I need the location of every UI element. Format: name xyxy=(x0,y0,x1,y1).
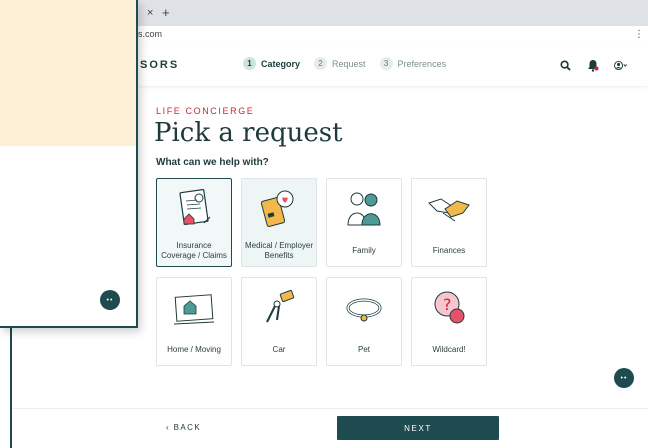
category-card-pet[interactable]: Pet xyxy=(326,277,402,366)
progress-steps: 1 Category 2 Request 3 Preferences xyxy=(243,57,454,70)
svg-text:?: ? xyxy=(443,295,452,314)
category-label: Insurance Coverage / Claims xyxy=(161,240,227,260)
medical-card-icon xyxy=(242,187,316,231)
category-label: Wildcard! xyxy=(432,344,466,354)
back-button[interactable]: ‹ BACK xyxy=(166,423,201,432)
next-button[interactable]: NEXT xyxy=(337,416,499,440)
family-icon xyxy=(327,187,401,231)
category-card-finances[interactable]: Finances xyxy=(411,178,487,267)
category-card-family[interactable]: Family xyxy=(326,178,402,267)
category-label: Car xyxy=(272,344,286,354)
question-bubble-icon: ? xyxy=(412,286,486,330)
overlay-window: •• xyxy=(0,0,138,328)
brand-logo[interactable]: SORS xyxy=(140,59,179,71)
step-label: Category xyxy=(261,58,301,69)
handshake-icon xyxy=(412,187,486,231)
page-title: Pick a request xyxy=(154,118,343,148)
step-number: 1 xyxy=(243,57,256,70)
chat-dots: •• xyxy=(620,374,628,382)
insurance-document-icon xyxy=(157,187,231,231)
category-label: Medical / Employer Benefits xyxy=(244,240,314,260)
chat-dots: •• xyxy=(106,296,114,304)
category-card-home[interactable]: Home / Moving xyxy=(156,277,232,366)
tab-close-button[interactable]: × xyxy=(147,7,153,19)
section-eyebrow: LIFE CONCIERGE xyxy=(156,106,255,116)
step-category: 1 Category xyxy=(243,57,300,70)
step-number: 3 xyxy=(379,57,393,70)
category-label: Pet xyxy=(357,344,370,354)
search-icon[interactable] xyxy=(558,58,572,72)
pet-collar-icon xyxy=(327,286,401,330)
url-text: s.com xyxy=(138,29,163,39)
step-preferences: 3 Preferences xyxy=(379,57,447,70)
step-request: 2 Request xyxy=(314,57,366,70)
category-card-insurance[interactable]: Insurance Coverage / Claims xyxy=(156,178,232,267)
car-keys-icon xyxy=(242,286,316,330)
house-sign-icon xyxy=(157,286,231,330)
category-label: Family xyxy=(352,245,376,255)
category-label: Finances xyxy=(432,245,466,255)
category-card-medical[interactable]: Medical / Employer Benefits xyxy=(241,178,317,267)
header-actions xyxy=(558,58,628,72)
overlay-hero-panel xyxy=(0,0,136,146)
footer-divider xyxy=(12,408,648,409)
chat-button-overlay[interactable]: •• xyxy=(100,290,120,310)
category-label: Home / Moving xyxy=(167,344,221,354)
step-number: 2 xyxy=(314,57,328,70)
account-icon[interactable] xyxy=(614,58,628,72)
step-label: Request xyxy=(332,58,366,69)
step-label: Preferences xyxy=(397,58,447,69)
browser-menu-icon[interactable]: ⋮ xyxy=(634,29,644,40)
question-prompt: What can we help with? xyxy=(156,157,269,168)
category-card-wildcard[interactable]: ? Wildcard! xyxy=(411,277,487,366)
bell-icon[interactable] xyxy=(586,58,600,72)
category-card-car[interactable]: Car xyxy=(241,277,317,366)
chat-button[interactable]: •• xyxy=(614,368,634,388)
new-tab-button[interactable]: + xyxy=(162,5,170,20)
